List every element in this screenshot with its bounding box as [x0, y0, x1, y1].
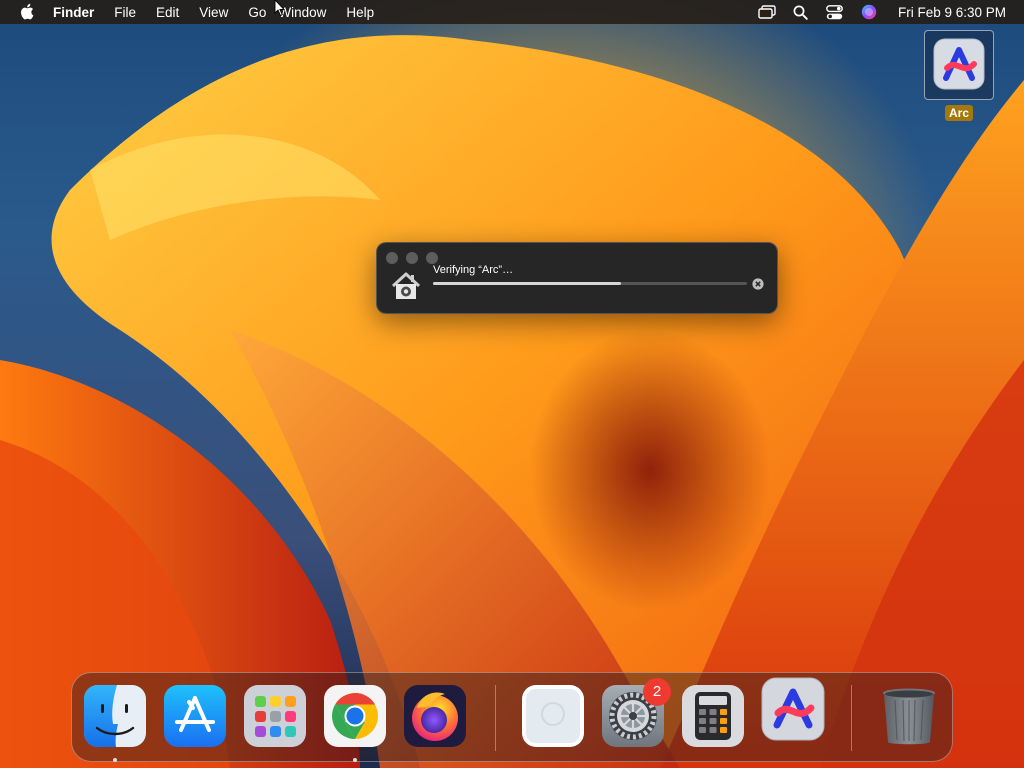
- dock-separator: [851, 685, 852, 751]
- desktop-icon-arc[interactable]: Arc: [924, 30, 994, 126]
- mouse-pointer-icon: [274, 0, 286, 17]
- house-gear-icon: [390, 271, 422, 301]
- desktop-icon-label: Arc: [945, 105, 974, 121]
- window-minimize-button[interactable]: [406, 252, 418, 264]
- menu-view[interactable]: View: [199, 5, 228, 20]
- dock: 2: [71, 672, 953, 762]
- arc-app-icon: [933, 38, 985, 90]
- launchpad-icon: [244, 685, 306, 747]
- menubar-clock[interactable]: Fri Feb 9 6:30 PM: [898, 5, 1006, 20]
- menu-edit[interactable]: Edit: [156, 5, 179, 20]
- verify-progress-fill: [433, 282, 622, 285]
- dock-item-arc[interactable]: [761, 677, 825, 741]
- window-zoom-button[interactable]: [426, 252, 438, 264]
- firefox-icon: [404, 685, 466, 747]
- menu-help[interactable]: Help: [346, 5, 374, 20]
- menu-file[interactable]: File: [114, 5, 136, 20]
- dock-item-launchpad[interactable]: [243, 684, 307, 748]
- blank-app-icon: [522, 685, 584, 747]
- verify-dialog: Verifying “Arc”…: [376, 242, 778, 314]
- calculator-icon: [682, 685, 744, 747]
- cancel-icon[interactable]: [752, 277, 764, 290]
- search-icon[interactable]: [792, 4, 810, 20]
- finder-icon: [84, 685, 146, 747]
- dock-item-calculator[interactable]: [681, 684, 745, 748]
- apple-menu-icon[interactable]: [19, 3, 34, 20]
- verify-dialog-title: Verifying “Arc”…: [433, 264, 514, 276]
- status-area: Fri Feb 9 6:30 PM: [758, 0, 1006, 24]
- control-center-icon[interactable]: [826, 4, 844, 20]
- dock-running-indicator: [353, 758, 357, 762]
- dock-item-finder[interactable]: [83, 684, 147, 748]
- dock-separator: [495, 685, 496, 751]
- dock-item-app-store[interactable]: [163, 684, 227, 748]
- desktop-wallpaper: [0, 0, 1024, 768]
- screen-mirroring-icon[interactable]: [758, 4, 776, 20]
- verify-progress-bar: [433, 282, 747, 285]
- siri-icon[interactable]: [860, 4, 878, 20]
- dock-running-indicator: [113, 758, 117, 762]
- dock-item-chrome[interactable]: [323, 684, 387, 748]
- dock-item-trash[interactable]: [877, 684, 941, 748]
- notification-badge: 2: [643, 678, 671, 706]
- menu-go[interactable]: Go: [248, 5, 266, 20]
- chrome-icon: [324, 685, 386, 747]
- window-close-button[interactable]: [386, 252, 398, 264]
- menu-bar: Finder File Edit View Go Window Help Fri…: [0, 0, 1024, 24]
- dock-item-preview[interactable]: [521, 684, 585, 748]
- app-store-icon: [164, 685, 226, 747]
- trash-icon: [883, 688, 935, 745]
- menu-finder[interactable]: Finder: [53, 5, 94, 20]
- dock-item-firefox[interactable]: [403, 684, 467, 748]
- arc-app-icon: [761, 677, 825, 741]
- dock-item-system-settings[interactable]: 2: [601, 678, 671, 748]
